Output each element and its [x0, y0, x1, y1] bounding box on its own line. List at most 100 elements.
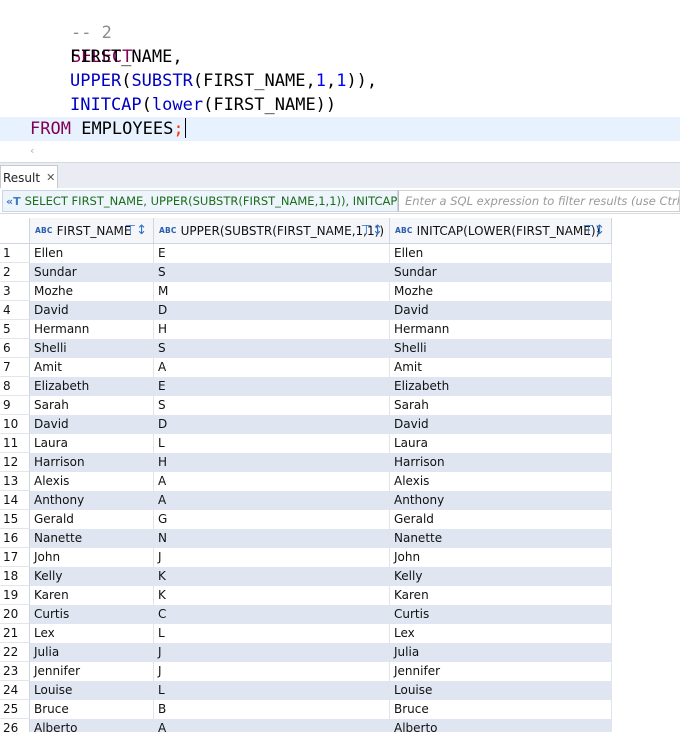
cell-upper-initial[interactable]: E — [154, 244, 390, 263]
table-row[interactable]: 18 Kelly K Kelly — [0, 567, 680, 586]
row-number[interactable]: 19 — [0, 586, 30, 605]
cell-initcap-name[interactable]: Anthony — [390, 491, 612, 510]
cell-upper-initial[interactable]: A — [154, 472, 390, 491]
cell-initcap-name[interactable]: David — [390, 301, 612, 320]
cell-first-name[interactable]: Harrison — [30, 453, 154, 472]
cell-upper-initial[interactable]: A — [154, 491, 390, 510]
cell-first-name[interactable]: David — [30, 415, 154, 434]
table-row[interactable]: 3 Mozhe M Mozhe — [0, 282, 680, 301]
row-number[interactable]: 23 — [0, 662, 30, 681]
cell-upper-initial[interactable]: H — [154, 453, 390, 472]
row-number[interactable]: 20 — [0, 605, 30, 624]
cell-initcap-name[interactable]: Nanette — [390, 529, 612, 548]
cell-initcap-name[interactable]: Alberto — [390, 719, 612, 732]
active-query-display[interactable]: «T SELECT FIRST_NAME, UPPER(SUBSTR(FIRST… — [2, 190, 398, 212]
cell-initcap-name[interactable]: Harrison — [390, 453, 612, 472]
row-number[interactable]: 8 — [0, 377, 30, 396]
column-header-upper-substr[interactable]: ABC UPPER(SUBSTR(FIRST_NAME,1,1)) ⊤↕ — [154, 218, 390, 244]
cell-first-name[interactable]: David — [30, 301, 154, 320]
cell-upper-initial[interactable]: S — [154, 396, 390, 415]
cell-first-name[interactable]: Ellen — [30, 244, 154, 263]
table-row[interactable]: 6 Shelli S Shelli — [0, 339, 680, 358]
row-number[interactable]: 25 — [0, 700, 30, 719]
row-number[interactable]: 2 — [0, 263, 30, 282]
row-number[interactable]: 13 — [0, 472, 30, 491]
table-row[interactable]: 19 Karen K Karen — [0, 586, 680, 605]
row-number[interactable]: 12 — [0, 453, 30, 472]
cell-upper-initial[interactable]: J — [154, 643, 390, 662]
cell-initcap-name[interactable]: Louise — [390, 681, 612, 700]
cell-first-name[interactable]: Bruce — [30, 700, 154, 719]
editor-horizontal-scrollbar[interactable]: ‹ — [0, 142, 680, 160]
cell-initcap-name[interactable]: Ellen — [390, 244, 612, 263]
row-number[interactable]: 14 — [0, 491, 30, 510]
row-number[interactable]: 21 — [0, 624, 30, 643]
row-number[interactable]: 24 — [0, 681, 30, 700]
cell-upper-initial[interactable]: K — [154, 586, 390, 605]
grid-corner[interactable] — [0, 218, 30, 244]
table-row[interactable]: 5 Hermann H Hermann — [0, 320, 680, 339]
cell-first-name[interactable]: Sundar — [30, 263, 154, 282]
column-header-initcap-lower[interactable]: ABC INITCAP(LOWER(FIRST_NAME)) ⊤↕ — [390, 218, 612, 244]
table-row[interactable]: 26 Alberto A Alberto — [0, 719, 680, 732]
cell-first-name[interactable]: Shelli — [30, 339, 154, 358]
row-number[interactable]: 11 — [0, 434, 30, 453]
cell-initcap-name[interactable]: Lex — [390, 624, 612, 643]
cell-upper-initial[interactable]: C — [154, 605, 390, 624]
cell-initcap-name[interactable]: Bruce — [390, 700, 612, 719]
cell-initcap-name[interactable]: Hermann — [390, 320, 612, 339]
table-row[interactable]: 2 Sundar S Sundar — [0, 263, 680, 282]
result-grid[interactable]: ABC FIRST_NAME ⊤↕ ABC UPPER(SUBSTR(FIRST… — [0, 218, 680, 732]
table-row[interactable]: 9 Sarah S Sarah — [0, 396, 680, 415]
cell-initcap-name[interactable]: Gerald — [390, 510, 612, 529]
row-number[interactable]: 15 — [0, 510, 30, 529]
cell-initcap-name[interactable]: Alexis — [390, 472, 612, 491]
close-icon[interactable]: ✕ — [46, 171, 55, 184]
table-row[interactable]: 24 Louise L Louise — [0, 681, 680, 700]
cell-initcap-name[interactable]: Julia — [390, 643, 612, 662]
table-row[interactable]: 23 Jennifer J Jennifer — [0, 662, 680, 681]
cell-upper-initial[interactable]: S — [154, 339, 390, 358]
row-number[interactable]: 3 — [0, 282, 30, 301]
filter-sort-icon[interactable]: ⊤↕ — [125, 223, 147, 238]
cell-upper-initial[interactable]: L — [154, 624, 390, 643]
tab-result[interactable]: Result ✕ — [0, 165, 58, 189]
cell-first-name[interactable]: John — [30, 548, 154, 567]
table-row[interactable]: 20 Curtis C Curtis — [0, 605, 680, 624]
cell-initcap-name[interactable]: Laura — [390, 434, 612, 453]
cell-first-name[interactable]: Anthony — [30, 491, 154, 510]
table-row[interactable]: 11 Laura L Laura — [0, 434, 680, 453]
cell-initcap-name[interactable]: Jennifer — [390, 662, 612, 681]
cell-first-name[interactable]: Mozhe — [30, 282, 154, 301]
cell-first-name[interactable]: Julia — [30, 643, 154, 662]
cell-first-name[interactable]: Sarah — [30, 396, 154, 415]
cell-upper-initial[interactable]: H — [154, 320, 390, 339]
cell-first-name[interactable]: Alexis — [30, 472, 154, 491]
cell-upper-initial[interactable]: A — [154, 719, 390, 732]
cell-first-name[interactable]: Amit — [30, 358, 154, 377]
cell-upper-initial[interactable]: D — [154, 415, 390, 434]
cell-first-name[interactable]: Kelly — [30, 567, 154, 586]
cell-upper-initial[interactable]: A — [154, 358, 390, 377]
cell-first-name[interactable]: Jennifer — [30, 662, 154, 681]
scroll-left-icon[interactable]: ‹ — [30, 142, 34, 160]
filter-expression-input[interactable]: Enter a SQL expression to filter results… — [398, 190, 680, 212]
table-row[interactable]: 8 Elizabeth E Elizabeth — [0, 377, 680, 396]
cell-first-name[interactable]: Lex — [30, 624, 154, 643]
row-number[interactable]: 18 — [0, 567, 30, 586]
cell-initcap-name[interactable]: John — [390, 548, 612, 567]
cell-upper-initial[interactable]: N — [154, 529, 390, 548]
cell-initcap-name[interactable]: Mozhe — [390, 282, 612, 301]
row-number[interactable]: 4 — [0, 301, 30, 320]
row-number[interactable]: 22 — [0, 643, 30, 662]
cell-initcap-name[interactable]: David — [390, 415, 612, 434]
filter-sort-icon[interactable]: ⊤↕ — [361, 223, 383, 238]
cell-upper-initial[interactable]: S — [154, 263, 390, 282]
cell-first-name[interactable]: Louise — [30, 681, 154, 700]
table-row[interactable]: 16 Nanette N Nanette — [0, 529, 680, 548]
row-number[interactable]: 10 — [0, 415, 30, 434]
cell-upper-initial[interactable]: D — [154, 301, 390, 320]
cell-initcap-name[interactable]: Kelly — [390, 567, 612, 586]
cell-first-name[interactable]: Nanette — [30, 529, 154, 548]
cell-first-name[interactable]: Hermann — [30, 320, 154, 339]
